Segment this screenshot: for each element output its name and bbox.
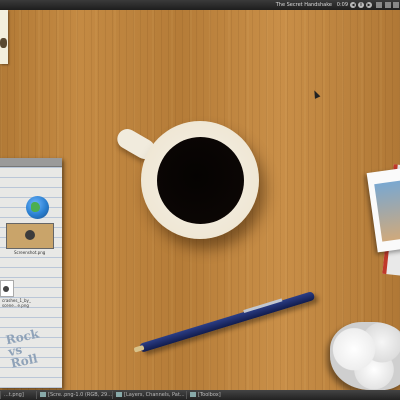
screenshot-file-label[interactable]: Screenshot.png [14, 250, 45, 255]
coffee-liquid [157, 137, 244, 224]
image-file-label[interactable]: crashes_1_by_ scene...e.png [2, 298, 42, 308]
window-icon [190, 392, 196, 397]
crumpled-paper [330, 322, 400, 390]
top-panel: The Secret Handshake 0:09 ◀ Ⅱ ▶ [0, 0, 400, 10]
volume-icon[interactable] [376, 2, 382, 8]
taskbar-item[interactable]: [Layers, Channels, Pat... [112, 391, 188, 399]
screenshot-file-icon[interactable] [6, 223, 54, 249]
taskbar-item[interactable]: [Scre..png-1.0 (RGB, 29... [36, 391, 114, 399]
network-icon[interactable] [385, 2, 391, 8]
prev-track-button[interactable]: ◀ [350, 2, 356, 8]
taskbar-item[interactable]: [Toolbox] [186, 391, 240, 399]
photo-image [374, 180, 400, 242]
image-file-icon[interactable] [0, 280, 14, 297]
pause-button[interactable]: Ⅱ [358, 2, 364, 8]
window-icon [116, 392, 122, 397]
ink-blot-icon [0, 38, 7, 48]
coffee-mug [141, 121, 259, 239]
power-icon[interactable] [393, 2, 399, 8]
taskbar-item[interactable]: ...t.png] [0, 391, 36, 399]
notepad-binding [0, 158, 62, 167]
next-track-button[interactable]: ▶ [366, 2, 372, 8]
now-playing-title: The Secret Handshake [275, 2, 332, 8]
playback-time: 0:09 [336, 2, 348, 8]
sticky-note [0, 10, 8, 64]
window-icon [40, 392, 46, 397]
globe-icon[interactable] [26, 196, 49, 219]
bottom-panel: ...t.png] [Scre..png-1.0 (RGB, 29... [La… [0, 390, 400, 400]
